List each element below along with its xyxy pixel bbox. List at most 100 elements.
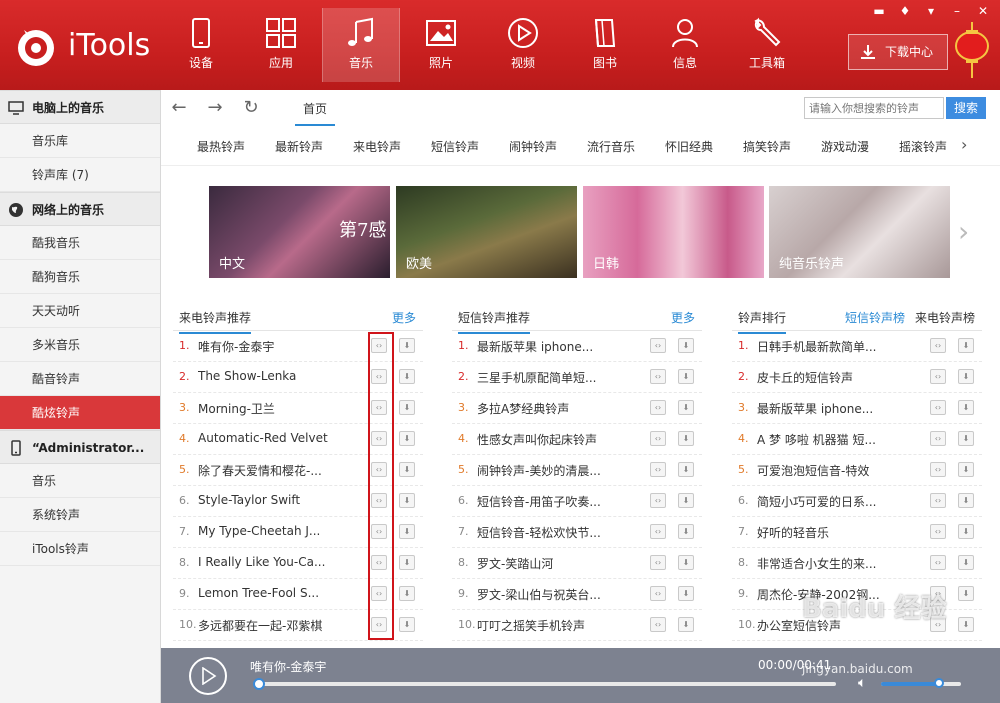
- sidebar-item-duomi[interactable]: 多米音乐: [0, 328, 160, 362]
- row-title[interactable]: 罗文-梁山伯与祝英台...: [477, 586, 619, 603]
- category-pop[interactable]: 流行音乐: [587, 138, 635, 155]
- ringtone-row[interactable]: 10. 叮叮之摇笑手机铃声 ‹› ⬇: [452, 610, 702, 641]
- ringtone-row[interactable]: 2. 三星手机原配简单短... ‹› ⬇: [452, 362, 702, 393]
- volume-slider[interactable]: [881, 678, 961, 688]
- set-ringtone-icon[interactable]: ‹›: [930, 431, 946, 446]
- set-ringtone-icon[interactable]: ‹›: [650, 617, 666, 632]
- row-title[interactable]: Automatic-Red Velvet: [198, 431, 343, 445]
- row-title[interactable]: 日韩手机最新款简单...: [757, 338, 899, 355]
- download-icon[interactable]: ⬇: [399, 338, 415, 353]
- nav-info[interactable]: 信息: [646, 8, 724, 82]
- banner-instrumental[interactable]: 纯音乐铃声: [769, 186, 950, 278]
- category-hot[interactable]: 最热铃声: [197, 138, 245, 155]
- sidebar-item-kuyin[interactable]: 酷音铃声: [0, 362, 160, 396]
- forward-arrow-icon[interactable]: →: [205, 98, 225, 118]
- volume-handle[interactable]: [933, 678, 944, 688]
- set-ringtone-icon[interactable]: ‹›: [650, 493, 666, 508]
- download-icon[interactable]: ⬇: [678, 555, 694, 570]
- row-title[interactable]: 多远都要在一起-邓紫棋: [198, 617, 343, 634]
- play-button[interactable]: [189, 657, 227, 695]
- banner-western[interactable]: 欧美: [396, 186, 577, 278]
- sidebar-section-pc-music[interactable]: 电脑上的音乐: [0, 90, 160, 124]
- row-title[interactable]: A 梦 哆啦 机器猫 短...: [757, 431, 899, 448]
- download-icon[interactable]: ⬇: [958, 462, 974, 477]
- ringtone-row[interactable]: 8. 罗文-笑踏山河 ‹› ⬇: [452, 548, 702, 579]
- skin-icon[interactable]: ♦: [896, 4, 914, 18]
- sidebar-item-itools-ringtones[interactable]: iTools铃声: [0, 532, 160, 566]
- download-icon[interactable]: ⬇: [399, 431, 415, 446]
- set-ringtone-icon[interactable]: ‹›: [930, 400, 946, 415]
- category-funny[interactable]: 搞笑铃声: [743, 138, 791, 155]
- download-icon[interactable]: ⬇: [678, 369, 694, 384]
- row-title[interactable]: 可爱泡泡短信音-特效: [757, 462, 899, 479]
- banner-chinese[interactable]: 第7感 中文: [209, 186, 390, 278]
- nav-video[interactable]: 视频: [484, 8, 562, 82]
- row-title[interactable]: 性感女声叫你起床铃声: [477, 431, 619, 448]
- row-title[interactable]: 叮叮之摇笑手机铃声: [477, 617, 619, 634]
- sidebar-item-device-music[interactable]: 音乐: [0, 464, 160, 498]
- category-classic[interactable]: 怀旧经典: [665, 138, 713, 155]
- ringtone-row[interactable]: 1. 日韩手机最新款简单... ‹› ⬇: [732, 331, 982, 362]
- download-icon[interactable]: ⬇: [678, 524, 694, 539]
- download-icon[interactable]: ⬇: [678, 462, 694, 477]
- download-icon[interactable]: ⬇: [958, 431, 974, 446]
- category-game-anime[interactable]: 游戏动漫: [821, 138, 869, 155]
- ringtone-row[interactable]: 6. 短信铃音-用笛子吹奏... ‹› ⬇: [452, 486, 702, 517]
- download-icon[interactable]: ⬇: [399, 493, 415, 508]
- download-icon[interactable]: ⬇: [399, 555, 415, 570]
- download-icon[interactable]: ⬇: [399, 617, 415, 632]
- tab-home[interactable]: 首页: [294, 100, 336, 126]
- more-link[interactable]: 更多: [671, 309, 695, 326]
- category-sms[interactable]: 短信铃声: [431, 138, 479, 155]
- search-input[interactable]: [804, 97, 944, 119]
- category-incoming[interactable]: 来电铃声: [353, 138, 401, 155]
- download-icon[interactable]: ⬇: [958, 400, 974, 415]
- nav-books[interactable]: 图书: [566, 8, 644, 82]
- close-button[interactable]: ✕: [974, 4, 992, 18]
- ringtone-row[interactable]: 3. 最新版苹果 iphone... ‹› ⬇: [732, 393, 982, 424]
- set-ringtone-icon[interactable]: ‹›: [650, 524, 666, 539]
- row-title[interactable]: 三星手机原配简单短...: [477, 369, 619, 386]
- nav-photos[interactable]: 照片: [402, 8, 480, 82]
- download-icon[interactable]: ⬇: [678, 400, 694, 415]
- set-ringtone-icon[interactable]: ‹›: [650, 369, 666, 384]
- set-ringtone-icon[interactable]: ‹›: [650, 586, 666, 601]
- category-new[interactable]: 最新铃声: [275, 138, 323, 155]
- sidebar-item-kugou[interactable]: 酷狗音乐: [0, 260, 160, 294]
- set-ringtone-icon[interactable]: ‹›: [930, 338, 946, 353]
- chevron-right-icon[interactable]: ›: [961, 135, 967, 154]
- download-icon[interactable]: ⬇: [399, 369, 415, 384]
- row-title[interactable]: 最新版苹果 iphone...: [477, 338, 619, 355]
- message-icon[interactable]: ▬: [870, 4, 888, 18]
- download-icon[interactable]: ⬇: [678, 586, 694, 601]
- download-icon[interactable]: ⬇: [678, 431, 694, 446]
- download-icon[interactable]: ⬇: [399, 586, 415, 601]
- banner-japan-korea[interactable]: 日韩: [583, 186, 764, 278]
- download-icon[interactable]: ⬇: [958, 617, 974, 632]
- row-title[interactable]: 短信铃音-用笛子吹奏...: [477, 493, 619, 510]
- row-title[interactable]: 闹钟铃声-美妙的清晨...: [477, 462, 619, 479]
- tab-incoming-ranking[interactable]: 来电铃声榜: [915, 309, 975, 326]
- row-title[interactable]: 皮卡丘的短信铃声: [757, 369, 899, 386]
- row-title[interactable]: 多拉A梦经典铃声: [477, 400, 619, 417]
- row-title[interactable]: 短信铃音-轻松欢快节...: [477, 524, 619, 541]
- sidebar-item-ttdongting[interactable]: 天天动听: [0, 294, 160, 328]
- sidebar-item-ringtone-library[interactable]: 铃声库 (7): [0, 158, 160, 192]
- set-ringtone-icon[interactable]: ‹›: [650, 431, 666, 446]
- row-title[interactable]: My Type-Cheetah J...: [198, 524, 343, 538]
- row-title[interactable]: Morning-卫兰: [198, 400, 343, 417]
- sidebar-item-kuxuan[interactable]: 酷炫铃声: [0, 396, 160, 430]
- set-ringtone-icon[interactable]: ‹›: [930, 493, 946, 508]
- row-title[interactable]: I Really Like You-Ca...: [198, 555, 343, 569]
- ringtone-row[interactable]: 8. 非常适合小女生的来... ‹› ⬇: [732, 548, 982, 579]
- row-title[interactable]: Lemon Tree-Fool S...: [198, 586, 343, 600]
- download-icon[interactable]: ⬇: [958, 338, 974, 353]
- ringtone-row[interactable]: 2. 皮卡丘的短信铃声 ‹› ⬇: [732, 362, 982, 393]
- ringtone-row[interactable]: 3. 多拉A梦经典铃声 ‹› ⬇: [452, 393, 702, 424]
- ringtone-row[interactable]: 4. 性感女声叫你起床铃声 ‹› ⬇: [452, 424, 702, 455]
- menu-icon[interactable]: ▾: [922, 4, 940, 18]
- sidebar-item-music-library[interactable]: 音乐库: [0, 124, 160, 158]
- download-icon[interactable]: ⬇: [958, 369, 974, 384]
- ringtone-row[interactable]: 5. 闹钟铃声-美妙的清晨... ‹› ⬇: [452, 455, 702, 486]
- set-ringtone-icon[interactable]: ‹›: [930, 555, 946, 570]
